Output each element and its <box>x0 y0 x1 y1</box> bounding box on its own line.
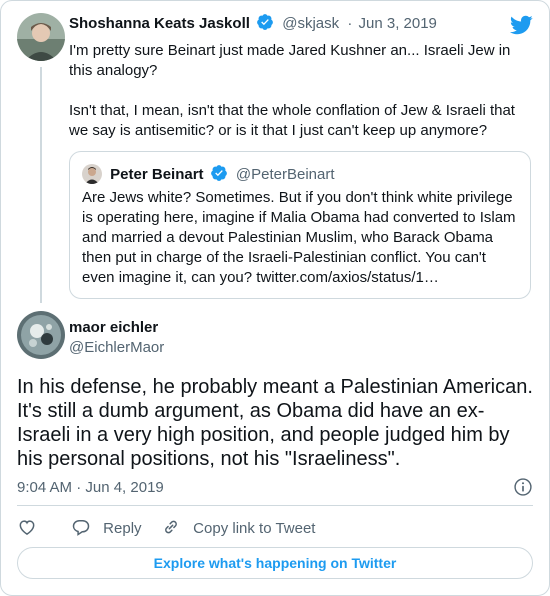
verified-badge-icon <box>256 13 274 37</box>
reply-button[interactable]: Reply <box>71 517 142 537</box>
quoted-author-name: Peter Beinart <box>110 166 204 183</box>
tweet-embed-card: Shoshanna Keats Jaskoll @skjask · Jun 3,… <box>0 0 550 596</box>
avatar <box>82 164 102 184</box>
reply-icon <box>72 520 90 536</box>
tweet-date[interactable]: Jun 3, 2019 <box>359 15 437 32</box>
heart-icon <box>19 520 35 535</box>
quoted-tweet-header: Peter Beinart @PeterBeinart <box>82 164 335 188</box>
author-name[interactable]: Shoshanna Keats Jaskoll <box>69 15 250 32</box>
explore-twitter-button[interactable]: Explore what's happening on Twitter <box>17 547 533 579</box>
info-icon[interactable] <box>513 477 533 502</box>
author-handle[interactable]: @skjask <box>282 15 339 32</box>
tweet-timestamp[interactable]: 9:04 AM · Jun 4, 2019 <box>17 479 164 496</box>
author-handle[interactable]: @EichlerMaor <box>69 339 164 356</box>
divider <box>17 505 533 506</box>
thread-line <box>40 67 42 303</box>
reply-label: Reply <box>103 520 142 537</box>
quoted-author-handle: @PeterBeinart <box>235 166 335 183</box>
quoted-tweet-text: Are Jews white? Sometimes. But if you do… <box>82 189 516 286</box>
avatar[interactable] <box>17 311 65 359</box>
parent-tweet-header: Shoshanna Keats Jaskoll @skjask · Jun 3,… <box>69 13 533 37</box>
main-tweet-text: In his defense, he probably meant a Pale… <box>17 376 533 470</box>
verified-badge-icon <box>210 164 228 188</box>
twitter-bird-icon[interactable] <box>509 13 533 42</box>
quoted-tweet[interactable]: Peter Beinart @PeterBeinart Are Jews whi… <box>69 151 531 299</box>
meta-separator: · <box>347 15 353 32</box>
copy-link-label: Copy link to Tweet <box>193 520 316 537</box>
copy-link-button[interactable]: Copy link to Tweet <box>161 517 315 537</box>
parent-tweet-body: Shoshanna Keats Jaskoll @skjask · Jun 3,… <box>69 13 533 141</box>
avatar[interactable] <box>17 13 65 61</box>
like-button[interactable] <box>17 517 37 537</box>
parent-tweet-text: I'm pretty sure Beinart just made Jared … <box>69 42 515 139</box>
link-icon <box>165 520 177 534</box>
author-name[interactable]: maor eichler <box>69 319 158 336</box>
